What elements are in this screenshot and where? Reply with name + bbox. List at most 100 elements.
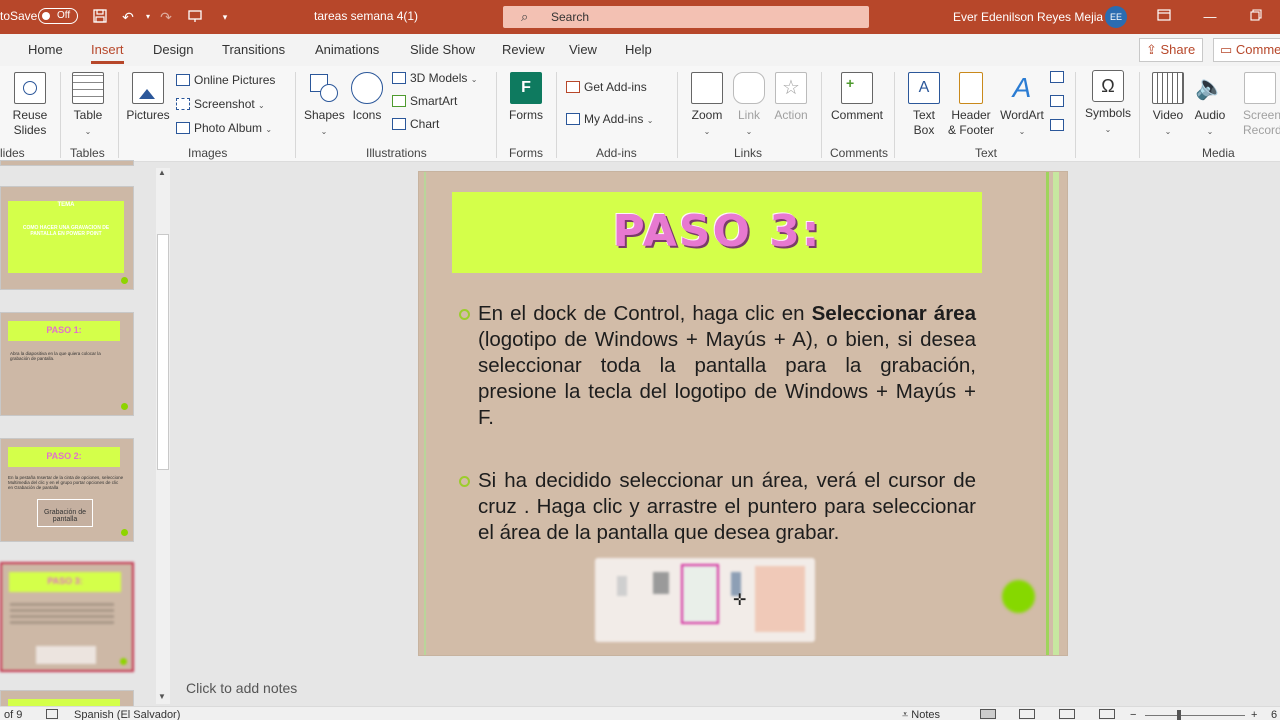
present-icon[interactable] (186, 8, 204, 26)
tab-animations[interactable]: Animations (315, 42, 379, 57)
link-button[interactable]: Link ⌄ (731, 72, 767, 137)
zoom-button[interactable]: Zoom ⌄ (687, 72, 727, 137)
comments-button[interactable]: ▭ Comme (1213, 38, 1280, 62)
slide-sorter-icon[interactable] (1019, 709, 1035, 719)
group-links-label: Links (734, 146, 763, 160)
zoom-level[interactable]: 6 (1271, 709, 1277, 720)
recording-label: Recordin (1243, 123, 1280, 137)
tab-design[interactable]: Design (153, 42, 193, 57)
avatar[interactable]: EE (1105, 6, 1127, 28)
icons-button[interactable]: Icons (350, 72, 384, 123)
photo-album-button[interactable]: Photo Album ⌄ (176, 121, 272, 135)
notes-pane[interactable]: Click to add notes (186, 680, 297, 696)
slide-decor-stripe (1046, 172, 1049, 655)
zoom-in-icon[interactable]: + (1251, 709, 1257, 720)
bullet1-text-c: (logotipo de Windows + Mayús + A), o bie… (478, 328, 976, 429)
chevron-down-icon: ⌄ (84, 127, 92, 136)
video-button[interactable]: Video ⌄ (1148, 72, 1188, 137)
reuse-slides-button[interactable]: Reuse Slides (10, 72, 50, 138)
restore-icon[interactable] (1246, 8, 1266, 26)
table-button[interactable]: Table ⌄ (68, 72, 108, 137)
tab-help[interactable]: Help (625, 42, 652, 57)
undo-icon[interactable]: ↶ (119, 8, 137, 26)
screenshot-button[interactable]: Screenshot ⌄ (176, 97, 265, 111)
chart-icon (392, 118, 406, 130)
screen-recording-image[interactable] (595, 558, 815, 642)
tab-slide-show[interactable]: Slide Show (410, 42, 475, 57)
thumb-text: Abra la diapositiva en la que quiera col… (10, 351, 101, 361)
scroll-down-icon[interactable]: ▼ (158, 692, 166, 701)
slide-bullet-2[interactable]: Si ha decidido seleccionar un área, verá… (478, 468, 976, 546)
ribbon-display-icon[interactable] (1154, 8, 1174, 26)
share-button[interactable]: ⇪ Share (1139, 38, 1203, 62)
pictures-button[interactable]: Pictures (126, 72, 170, 123)
slide-bullet-1[interactable]: En el dock de Control, haga clic en Sele… (478, 301, 976, 431)
chart-label: Chart (410, 117, 440, 131)
slide-thumbnail-partial[interactable] (0, 160, 134, 166)
normal-view-icon[interactable] (980, 709, 996, 719)
date-time-button[interactable] (1050, 70, 1068, 84)
smartart-button[interactable]: SmartArt (392, 94, 457, 108)
icons-icon (351, 72, 383, 104)
get-add-ins-button[interactable]: Get Add-ins (566, 80, 647, 94)
audio-label: Audio (1194, 108, 1226, 122)
tab-transitions[interactable]: Transitions (222, 42, 285, 57)
thumbnail-scrollbar[interactable]: ▲ ▼ (156, 168, 170, 704)
chevron-down-icon: ⌄ (745, 127, 753, 136)
symbols-button[interactable]: Ω Symbols ⌄ (1084, 70, 1132, 135)
action-button[interactable]: ☆ Action (771, 72, 811, 123)
zoom-slider-track[interactable] (1145, 715, 1245, 716)
tab-home[interactable]: Home (28, 42, 63, 57)
audio-button[interactable]: 🔈 Audio ⌄ (1190, 72, 1230, 137)
star-icon: ☆ (775, 72, 807, 104)
new-comment-button[interactable]: + Comment (828, 72, 886, 123)
zoom-out-icon[interactable]: − (1130, 709, 1136, 720)
slide-number-button[interactable] (1050, 94, 1068, 108)
scroll-up-icon[interactable]: ▲ (158, 168, 166, 177)
3d-models-button[interactable]: 3D Models ⌄ (392, 71, 477, 85)
header-footer-icon (959, 72, 983, 104)
bullet-icon (459, 476, 470, 487)
online-pictures-button[interactable]: Online Pictures (176, 73, 275, 87)
undo-dropdown-icon[interactable]: ▾ (139, 8, 157, 26)
forms-icon: F (510, 72, 542, 104)
screen-recording-button[interactable]: Screen Recordin (1236, 72, 1280, 138)
tab-insert[interactable]: Insert (91, 42, 124, 64)
autosave-toggle[interactable]: Off (38, 8, 78, 24)
video-icon (1152, 72, 1184, 104)
reading-view-icon[interactable] (1059, 709, 1075, 719)
comment-icon: ▭ (1220, 42, 1236, 57)
minimize-icon[interactable]: — (1200, 8, 1220, 26)
scrollbar-thumb[interactable] (157, 234, 169, 470)
slide-thumbnail-1[interactable]: TEMA COMO HACER UNA GRAVACION DE PANTALL… (0, 186, 134, 290)
slideshow-view-icon[interactable] (1099, 709, 1115, 719)
slide-thumbnail-4-selected[interactable]: PASO 3: (0, 562, 134, 672)
slide-canvas[interactable]: PASO 3: En el dock de Control, haga clic… (418, 171, 1068, 656)
slide-title[interactable]: PASO 3: (452, 206, 982, 257)
group-separator (894, 72, 895, 158)
redo-icon[interactable]: ↷ (157, 8, 175, 26)
accessibility-icon[interactable] (46, 709, 58, 719)
bullet1-bold: Seleccionar área (811, 302, 976, 325)
text-box-button[interactable]: A Text Box (904, 72, 944, 138)
save-icon[interactable] (91, 8, 109, 26)
my-add-ins-button[interactable]: My Add-ins ⌄ (566, 112, 653, 126)
share-icon: ⇪ (1146, 42, 1161, 57)
tab-review[interactable]: Review (502, 42, 545, 57)
object-button[interactable] (1050, 118, 1068, 132)
wordart-button[interactable]: A WordArt ⌄ (998, 72, 1046, 137)
shapes-button[interactable]: Shapes ⌄ (304, 72, 345, 137)
notes-button[interactable]: ⩡ Notes (902, 709, 940, 720)
zoom-slider-knob[interactable] (1177, 710, 1181, 720)
group-illustrations-label: Illustrations (366, 146, 427, 160)
chart-button[interactable]: Chart (392, 117, 439, 131)
slide-thumbnail-3[interactable]: PASO 2: En la pestaña Insertar de la cin… (0, 438, 134, 542)
tab-view[interactable]: View (569, 42, 597, 57)
language-indicator[interactable]: Spanish (El Salvador) (74, 709, 180, 720)
group-separator (60, 72, 61, 158)
forms-button[interactable]: F Forms (505, 72, 547, 123)
header-footer-button[interactable]: Header & Footer (946, 72, 996, 138)
search-box[interactable]: ⌕ Search (503, 6, 869, 28)
slide-thumbnail-2[interactable]: PASO 1: Abra la diapositiva en la que qu… (0, 312, 134, 416)
customize-toolbar-icon[interactable]: ▾ (216, 8, 234, 26)
